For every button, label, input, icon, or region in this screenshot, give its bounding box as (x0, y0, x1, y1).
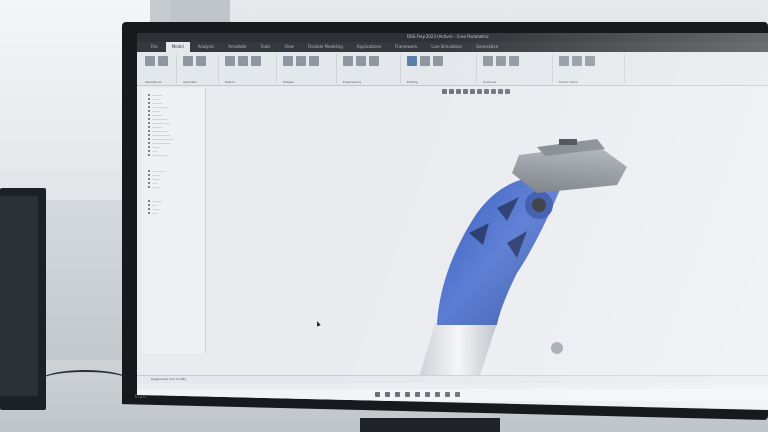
tab-framework[interactable]: Framework (389, 42, 423, 52)
ribbon-group-get-data: Get Data (179, 54, 219, 84)
tree-item[interactable]: —— (142, 212, 205, 216)
start-icon[interactable] (375, 392, 380, 397)
settings-icon[interactable] (455, 392, 460, 397)
family-table-icon[interactable] (585, 56, 595, 66)
tab-view[interactable]: View (278, 42, 300, 52)
copy-icon[interactable] (158, 56, 168, 66)
group-label-engineering: Engineering (343, 80, 361, 84)
tab-live-simulation[interactable]: Live Simulation (425, 42, 468, 52)
status-bar: Regenerate and modify (137, 375, 768, 383)
group-label-operations: Operations (145, 80, 162, 84)
ribbon-tabs: File Model Analysis Annotate Tools View … (137, 42, 768, 52)
tab-generative[interactable]: Generative (470, 42, 504, 52)
freestyle-icon[interactable] (509, 56, 519, 66)
3d-model-viewport[interactable] (207, 93, 767, 378)
mail-icon[interactable] (425, 392, 430, 397)
trim-icon[interactable] (433, 56, 443, 66)
group-label-surfaces: Surfaces (483, 80, 496, 84)
seatpost-tube (419, 323, 497, 378)
ribbon-group-surfaces: Surfaces (479, 54, 553, 84)
relations-icon[interactable] (572, 56, 582, 66)
round-icon[interactable] (356, 56, 366, 66)
sketch-icon[interactable] (251, 56, 261, 66)
revolve-icon[interactable] (296, 56, 306, 66)
lower-pin (551, 342, 563, 354)
teams-icon[interactable] (445, 392, 450, 397)
extrude-icon[interactable] (283, 56, 293, 66)
task-view-icon[interactable] (395, 392, 400, 397)
search-icon[interactable] (385, 392, 390, 397)
sweep-icon[interactable] (309, 56, 319, 66)
style-icon[interactable] (496, 56, 506, 66)
cad-application-screen: DSS-Frey.2023 (Active) - Creo Parametric… (137, 33, 768, 410)
plane-icon[interactable] (225, 56, 235, 66)
status-message: Regenerate and modify (151, 377, 187, 381)
tab-file[interactable]: File (145, 42, 164, 52)
tab-tools[interactable]: Tools (255, 42, 277, 52)
group-label-editing: Editing (407, 80, 418, 84)
boundary-blend-icon[interactable] (483, 56, 493, 66)
file-explorer-icon[interactable] (405, 392, 410, 397)
parameters-icon[interactable] (559, 56, 569, 66)
ribbon-toolbar: Operations Get Data Datum Shapes Enginee… (137, 52, 768, 86)
laptop-screen (0, 196, 38, 396)
hole-icon[interactable] (343, 56, 353, 66)
tab-analysis[interactable]: Analysis (192, 42, 220, 52)
group-label-model-intent: Model Intent (559, 80, 578, 84)
shell-icon[interactable] (369, 56, 379, 66)
mirror-icon[interactable] (420, 56, 430, 66)
tab-applications[interactable]: Applications (351, 42, 387, 52)
copy-geometry-icon[interactable] (196, 56, 206, 66)
window-title: DSS-Frey.2023 (Active) - Creo Parametric (407, 34, 489, 39)
user-defined-feature-icon[interactable] (183, 56, 193, 66)
ribbon-group-model-intent: Model Intent (555, 54, 625, 84)
pattern-icon[interactable] (407, 56, 417, 66)
ribbon-group-shapes: Shapes (279, 54, 337, 84)
regenerate-icon[interactable] (145, 56, 155, 66)
ribbon-group-operations: Operations (141, 54, 177, 84)
creo-app-icon[interactable] (435, 392, 440, 397)
tab-flexible-modeling[interactable]: Flexible Modeling (302, 42, 349, 52)
browser-icon[interactable] (415, 392, 420, 397)
monitor-stand (360, 418, 500, 432)
model-tree-panel: ———— ——— ———— —————— ——— ———— —————— ———… (142, 88, 206, 353)
cable (40, 370, 130, 392)
title-bar: DSS-Frey.2023 (Active) - Creo Parametric (137, 33, 768, 42)
group-label-datum: Datum (225, 80, 236, 84)
group-label-get-data: Get Data (183, 80, 197, 84)
tab-annotate[interactable]: Annotate (222, 42, 252, 52)
group-label-shapes: Shapes (283, 80, 294, 84)
tab-model[interactable]: Model (165, 42, 190, 52)
ribbon-group-engineering: Engineering (339, 54, 401, 84)
axis-icon[interactable] (238, 56, 248, 66)
ribbon-group-datum: Datum (221, 54, 277, 84)
ribbon-group-editing: Editing (403, 54, 477, 84)
